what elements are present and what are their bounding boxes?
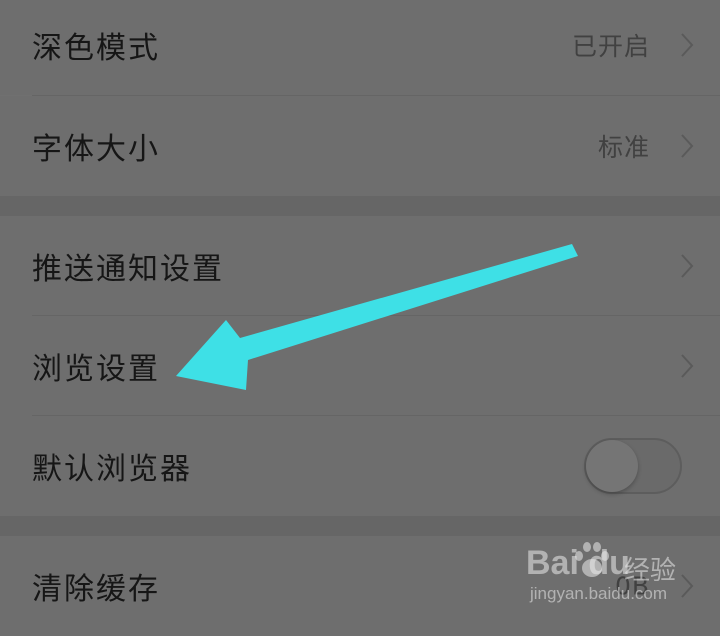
paw-icon: [575, 542, 609, 577]
setting-label: 推送通知设置: [32, 252, 224, 287]
default-browser-toggle[interactable]: [584, 438, 682, 494]
watermark-url: jingyan.baidu.com: [530, 584, 668, 603]
setting-row-default-browser: 默认浏览器: [0, 416, 720, 516]
setting-row-push-notifications[interactable]: 推送通知设置: [0, 216, 720, 316]
setting-label: 深色模式: [32, 31, 160, 66]
chevron-right-icon: [681, 254, 694, 278]
setting-value: 标准: [597, 133, 650, 162]
toggle-knob: [586, 440, 638, 492]
watermark-product: 经验: [624, 556, 677, 586]
setting-row-browse-settings[interactable]: 浏览设置: [0, 316, 720, 416]
setting-label: 字体大小: [32, 132, 160, 167]
setting-label: 浏览设置: [32, 352, 160, 387]
setting-label: 默认浏览器: [32, 452, 192, 487]
baidu-jingyan-watermark: Bai du 经验 jingyan.baidu.com: [526, 538, 706, 608]
section-gap: [0, 516, 720, 536]
chevron-right-icon: [681, 33, 694, 57]
chevron-right-icon: [681, 354, 694, 378]
setting-row-font-size[interactable]: 字体大小 标准: [0, 96, 720, 196]
setting-label: 清除缓存: [32, 572, 160, 607]
section-gap: [0, 196, 720, 216]
setting-value: 已开启: [571, 32, 650, 61]
chevron-right-icon: [681, 134, 694, 158]
setting-row-dark-mode[interactable]: 深色模式 已开启: [0, 0, 720, 95]
